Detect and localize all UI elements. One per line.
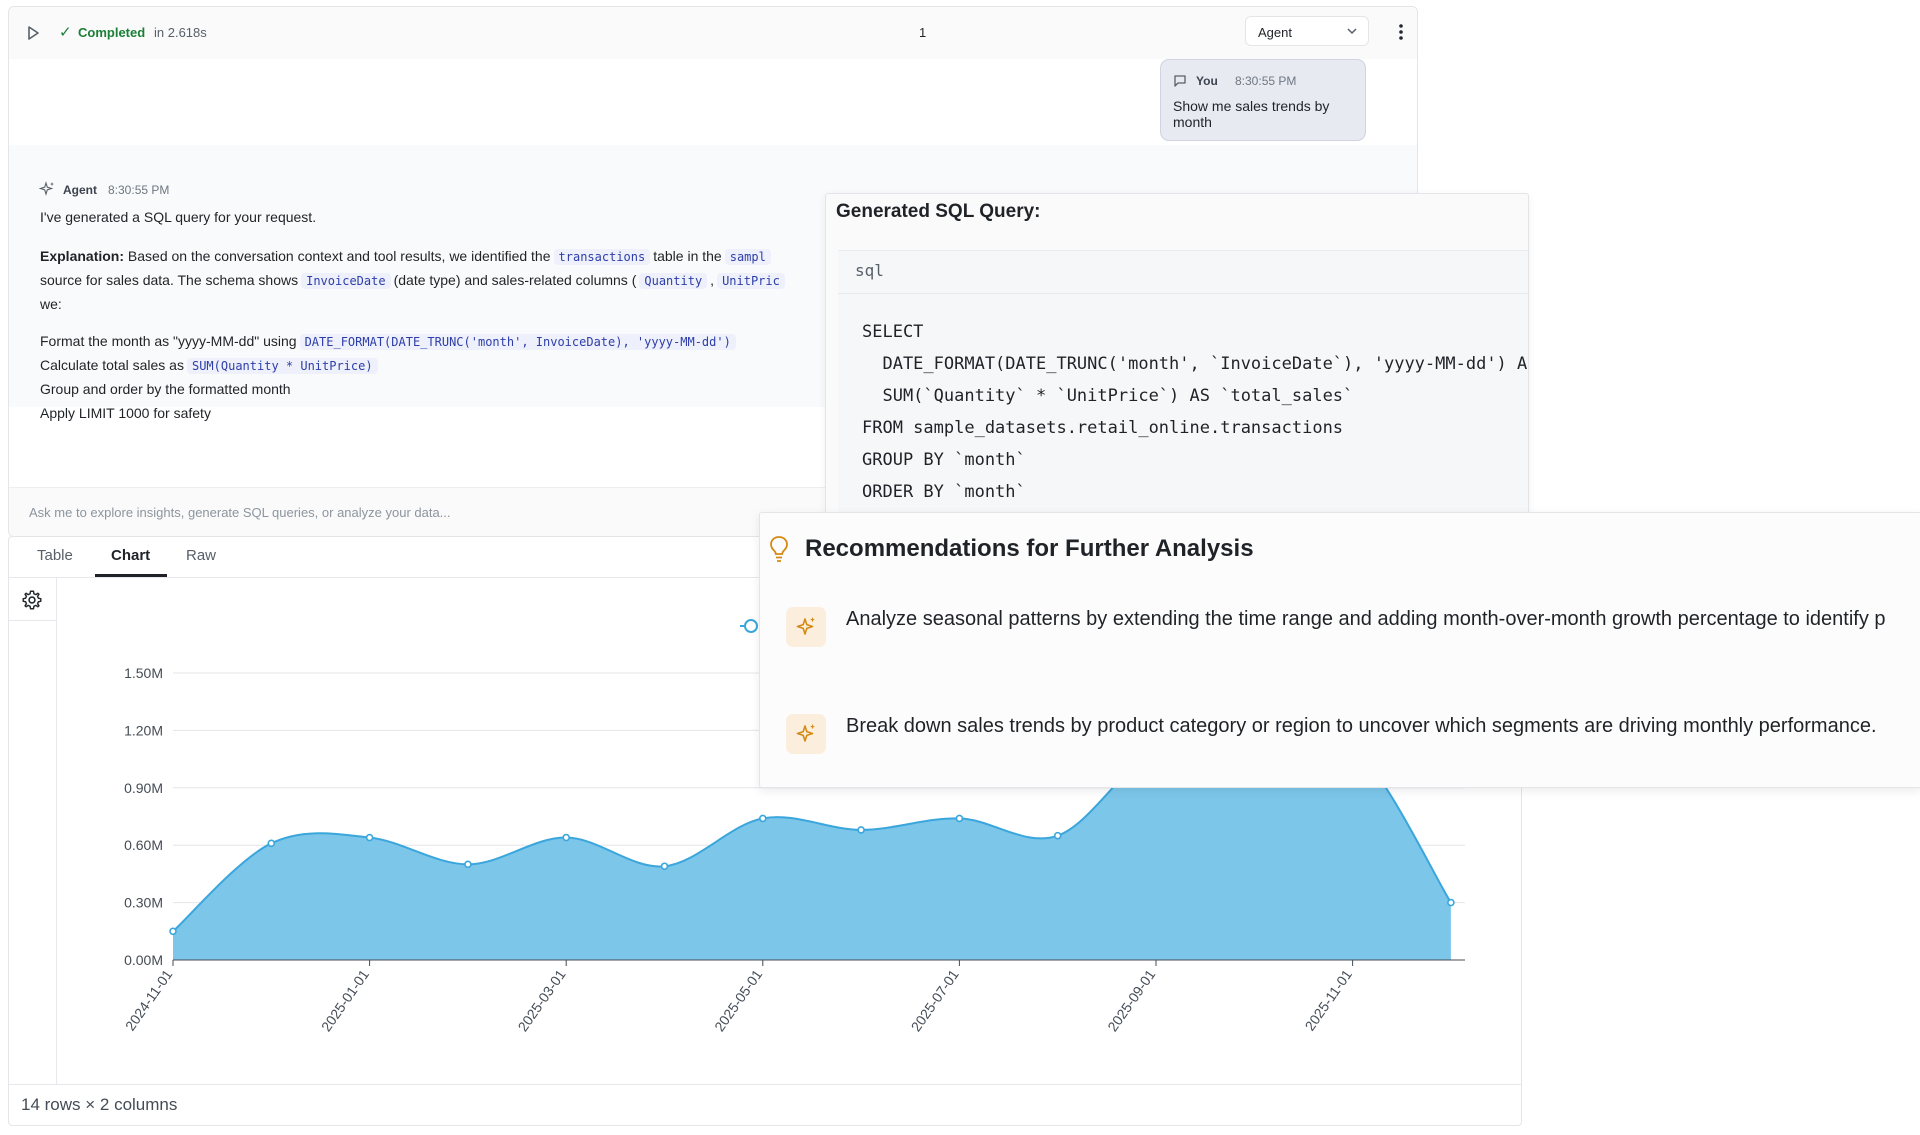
sparkle-icon [39, 181, 54, 196]
sparkle-icon [786, 714, 826, 754]
data-point[interactable] [955, 814, 964, 823]
step-item: Group and order by the formatted month [40, 381, 291, 397]
data-point[interactable] [1053, 831, 1062, 840]
legend-marker [744, 619, 758, 633]
data-point[interactable] [464, 860, 472, 869]
explanation-line-1: Explanation: Based on the conversation c… [40, 248, 774, 265]
code-chip: transactions [553, 249, 651, 265]
chat-input[interactable] [27, 498, 831, 526]
x-tick-label: 2025-07-01 [908, 966, 962, 1034]
status-duration: in 2.618s [154, 25, 207, 40]
code-chip: sampl [724, 249, 771, 265]
recommendation-item[interactable]: Break down sales trends by product categ… [846, 715, 1877, 738]
message-icon [1174, 75, 1186, 87]
explanation-line-3: we: [40, 296, 62, 312]
code-chip: InvoiceDate [301, 273, 391, 289]
sql-code: SELECT DATE_FORMAT(DATE_TRUNC('month', `… [862, 322, 1528, 502]
x-tick-label: 2025-03-01 [514, 966, 568, 1034]
explanation-text: source for sales data. The schema shows [40, 272, 299, 288]
y-tick-label: 0.60M [124, 837, 163, 853]
chevron-down-icon [1347, 28, 1357, 35]
y-tick-label: 1.20M [124, 722, 163, 738]
cell-number: 1 [919, 25, 927, 40]
data-point[interactable] [169, 927, 177, 936]
explanation-line-2: source for sales data. The schema shows I… [40, 272, 788, 289]
lightbulb-icon [770, 536, 788, 562]
x-tick-label: 2025-01-01 [318, 966, 372, 1034]
x-tick-label: 2025-05-01 [711, 966, 765, 1034]
mode-select[interactable]: Agent [1245, 16, 1369, 46]
sparkle-icon [786, 607, 826, 647]
code-chip: Quantity [639, 273, 708, 289]
code-chip: UnitPric [717, 273, 785, 289]
sql-query-title: Generated SQL Query: [836, 201, 1041, 222]
explanation-text: , [710, 272, 715, 288]
data-point[interactable] [365, 833, 374, 842]
user-message-time: 8:30:55 PM [1235, 74, 1297, 88]
code-chip: DATE_FORMAT(DATE_TRUNC('month', InvoiceD… [299, 334, 736, 350]
step-item: Calculate total sales as SUM(Quantity * U… [40, 357, 381, 374]
recommendation-item[interactable]: Analyze seasonal patterns by extending t… [846, 608, 1886, 631]
user-name: You [1196, 74, 1218, 88]
agent-intro: I've generated a SQL query for your requ… [40, 209, 317, 225]
row-count: 14 rows × 2 columns [21, 1095, 178, 1114]
data-point[interactable] [1447, 898, 1455, 907]
code-chip: SUM(Quantity * UnitPrice) [186, 358, 378, 374]
user-message-text: Show me sales trends by month [1173, 98, 1330, 130]
explanation-text: Based on the conversation context and to… [124, 248, 551, 264]
step-item: Apply LIMIT 1000 for safety [40, 405, 211, 421]
explanation-text: table in the [653, 248, 722, 264]
user-message: You 8:30:55 PM Show me sales trends by m… [1160, 59, 1366, 141]
play-icon[interactable] [23, 23, 43, 43]
cell-toolbar: ✓ Completed in 2.618s 1 Agent [9, 7, 1417, 59]
x-tick-label: 2025-09-01 [1104, 966, 1158, 1034]
sql-query-popup: Generated SQL Query: sql SELECT DATE_FOR… [825, 193, 1529, 515]
data-point[interactable] [660, 862, 669, 871]
code-language-label: sql [855, 261, 884, 280]
divider [838, 293, 1528, 294]
recommendations-title: Recommendations for Further Analysis [805, 535, 1254, 562]
x-tick-label: 2025-11-01 [1301, 966, 1355, 1033]
recommendations-panel: Recommendations for Further Analysis Ana… [759, 512, 1920, 788]
y-tick-label: 1.50M [124, 665, 163, 681]
sql-code-block: sql SELECT DATE_FORMAT(DATE_TRUNC('month… [838, 250, 1528, 514]
status-label: Completed [78, 25, 146, 40]
explanation-text: (date type) and sales-related columns ( [393, 272, 637, 288]
step-text: Format the month as "yyyy-MM-dd" using [40, 333, 297, 349]
results-footer: 14 rows × 2 columns [9, 1084, 1521, 1125]
y-tick-label: 0.90M [124, 780, 163, 796]
step-text: Calculate total sales as [40, 357, 184, 373]
agent-message-time: 8:30:55 PM [108, 183, 170, 197]
explanation-label: Explanation: [40, 248, 125, 264]
y-tick-label: 0.00M [124, 952, 163, 968]
mode-select-value: Agent [1258, 25, 1292, 40]
x-tick-label: 2024-11-01 [122, 966, 176, 1033]
step-item: Format the month as "yyyy-MM-dd" using DA… [40, 333, 739, 350]
more-options-icon[interactable] [1391, 21, 1411, 43]
check-icon: ✓ [59, 24, 72, 41]
data-point[interactable] [562, 833, 571, 842]
data-point[interactable] [758, 814, 767, 823]
y-tick-label: 0.30M [124, 895, 163, 911]
data-point[interactable] [857, 826, 865, 834]
agent-name: Agent [63, 183, 97, 197]
data-point[interactable] [267, 839, 276, 848]
